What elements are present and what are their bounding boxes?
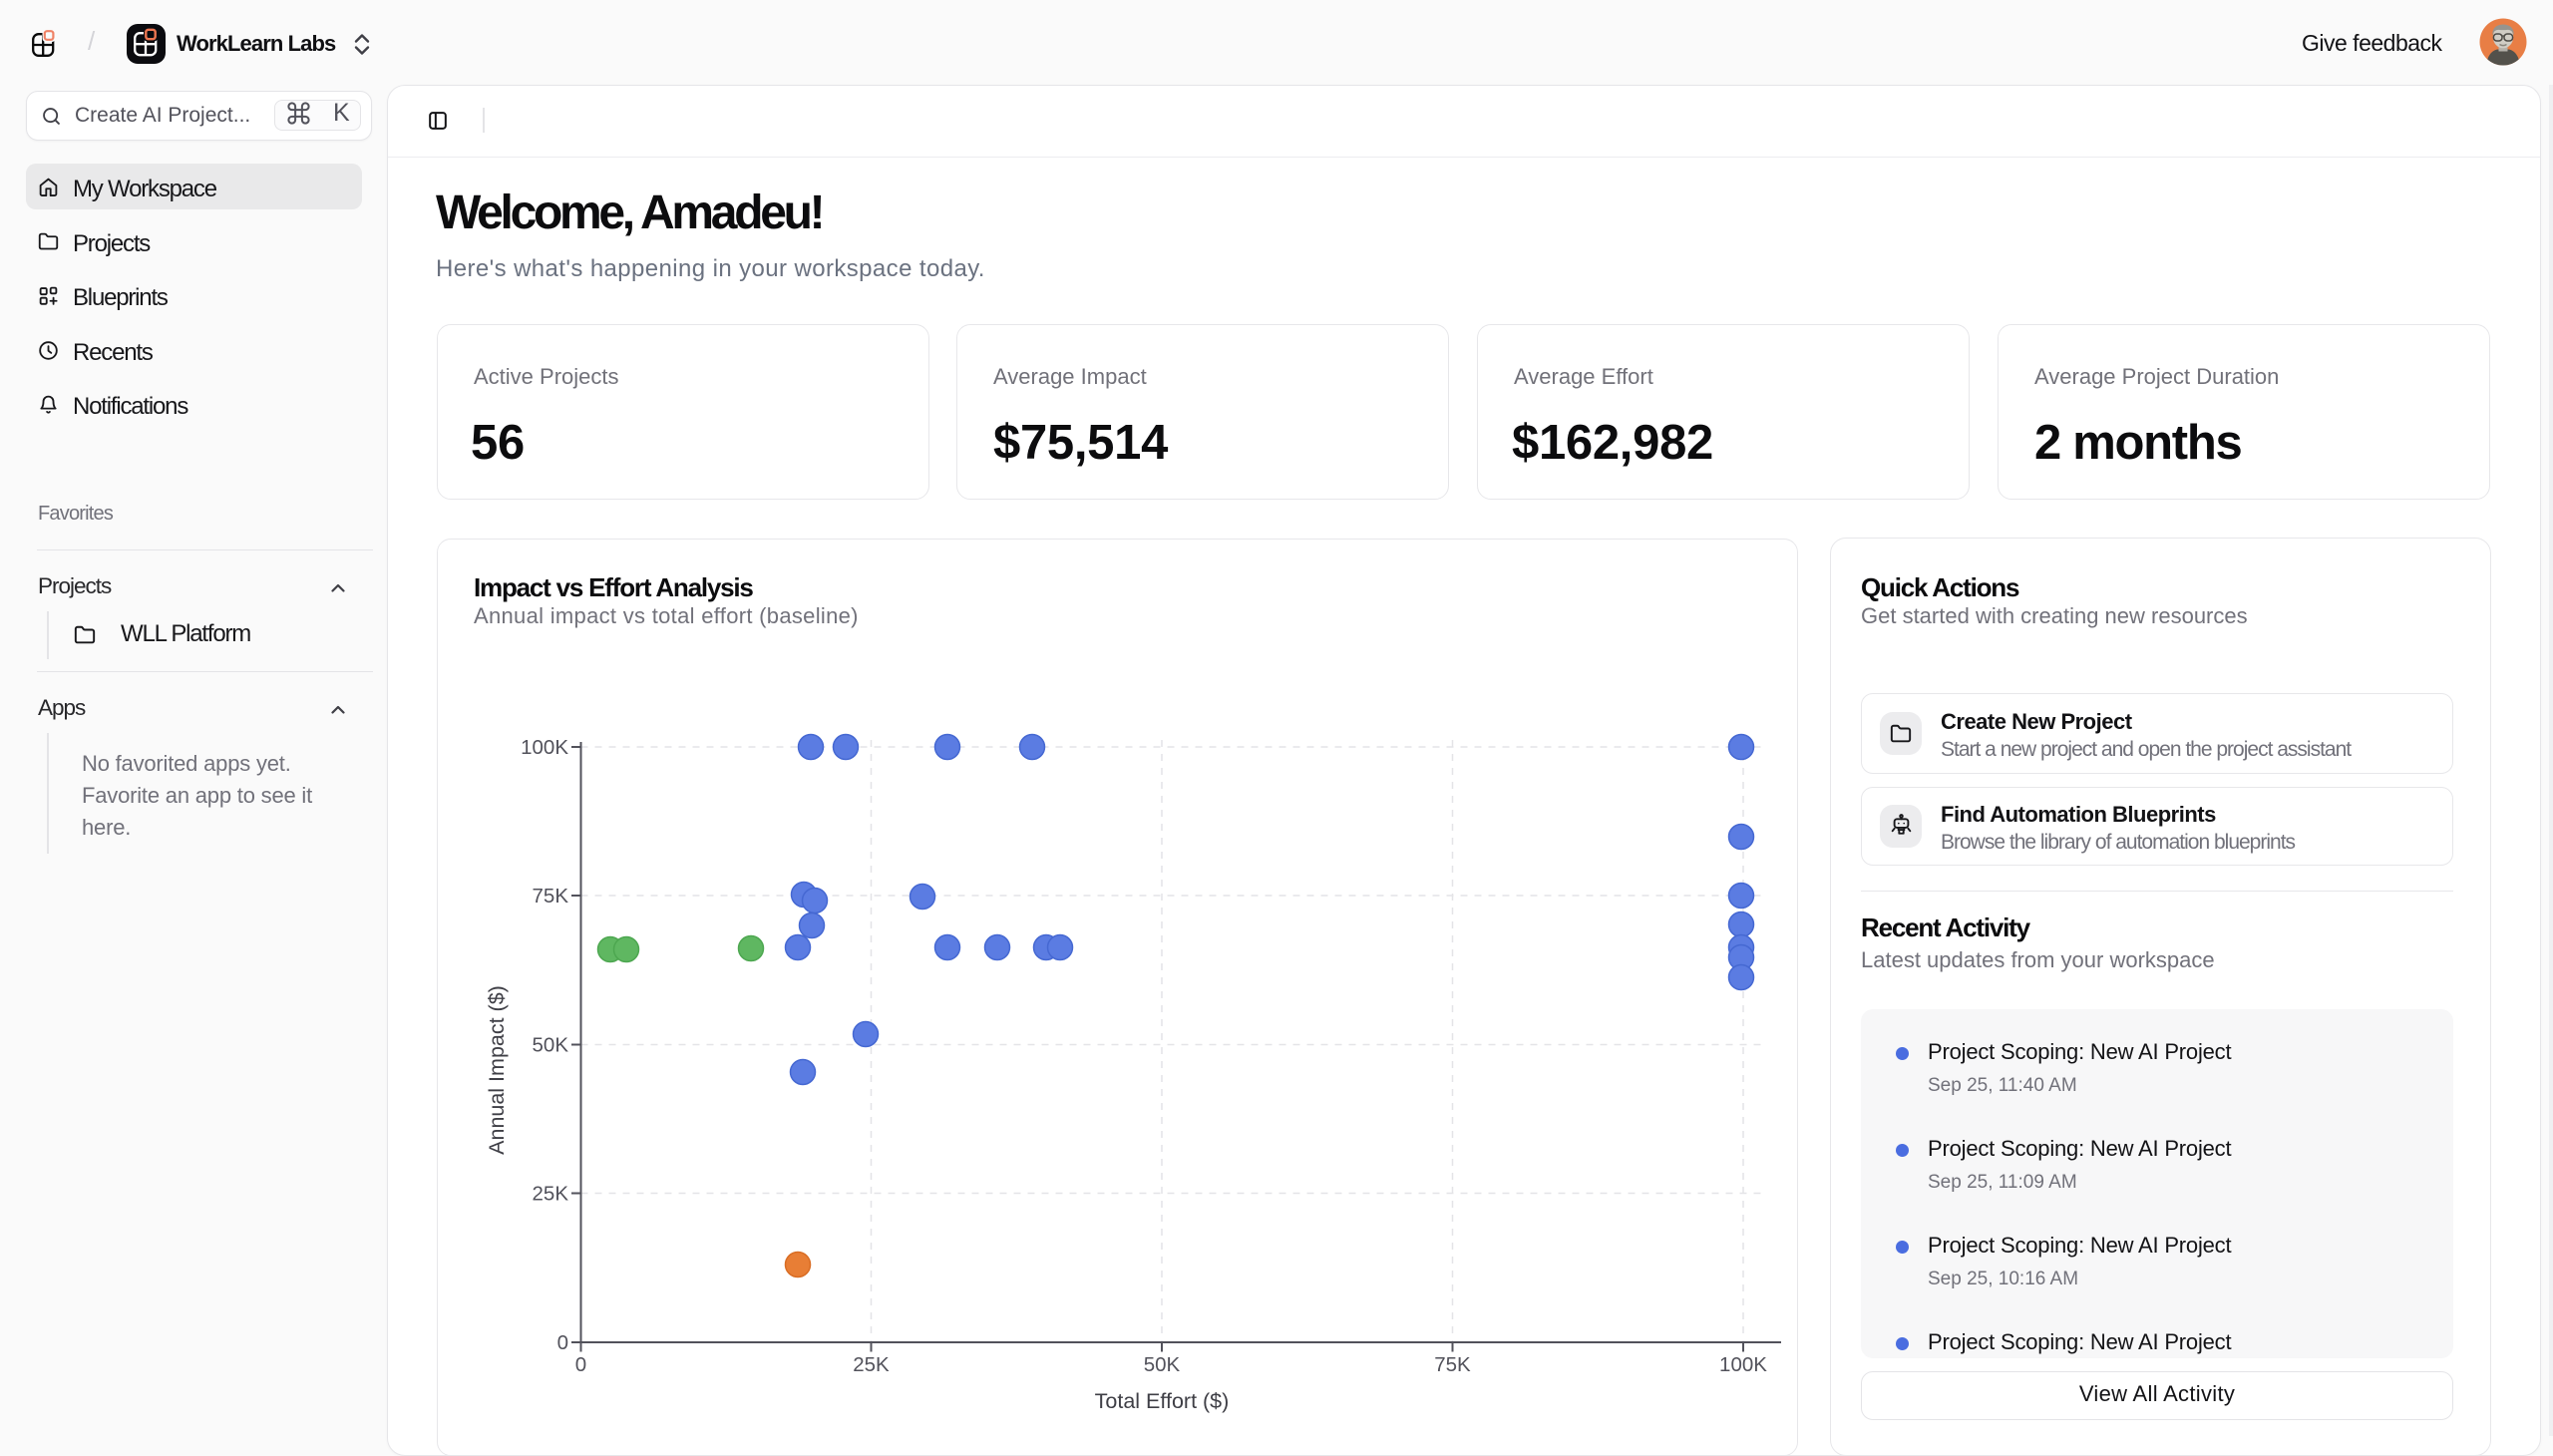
svg-text:100K: 100K [521, 736, 568, 759]
svg-text:50K: 50K [533, 1034, 569, 1057]
svg-text:25K: 25K [533, 1183, 569, 1206]
svg-text:0: 0 [557, 1331, 568, 1354]
svg-text:Annual Impact ($): Annual Impact ($) [485, 985, 509, 1155]
svg-text:0: 0 [575, 1353, 586, 1376]
svg-text:75K: 75K [1434, 1353, 1471, 1376]
svg-text:Total Effort ($): Total Effort ($) [1095, 1389, 1230, 1413]
svg-text:50K: 50K [1144, 1353, 1181, 1376]
svg-text:75K: 75K [533, 885, 569, 908]
svg-text:100K: 100K [1719, 1353, 1767, 1376]
svg-text:25K: 25K [853, 1353, 890, 1376]
